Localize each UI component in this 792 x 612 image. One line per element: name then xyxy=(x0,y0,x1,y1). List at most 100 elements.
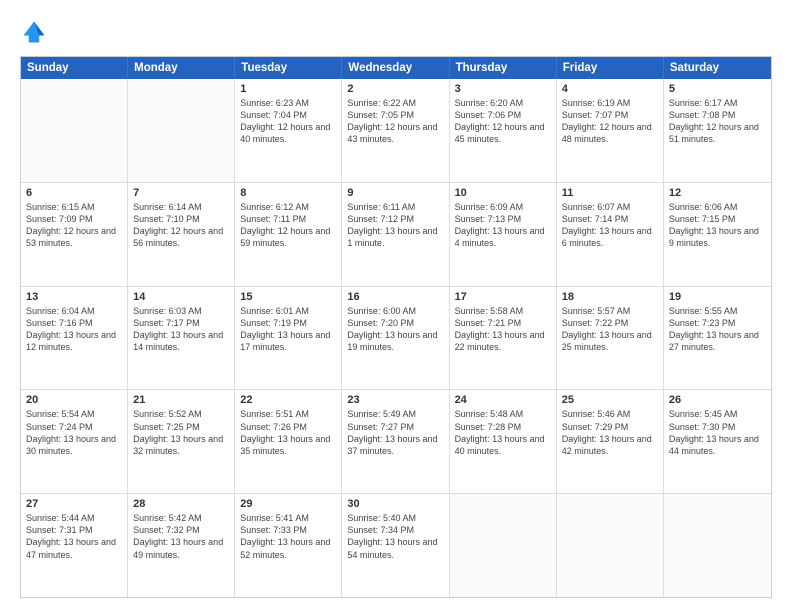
calendar-cell: 19 Sunrise: 5:55 AM Sunset: 7:23 PM Dayli… xyxy=(664,287,771,390)
header-day-monday: Monday xyxy=(128,57,235,79)
day-info: Sunrise: 5:52 AM Sunset: 7:25 PM Dayligh… xyxy=(133,408,229,457)
day-number: 9 xyxy=(347,187,443,199)
calendar-cell: 13 Sunrise: 6:04 AM Sunset: 7:16 PM Dayli… xyxy=(21,287,128,390)
day-number: 29 xyxy=(240,498,336,510)
day-number: 15 xyxy=(240,291,336,303)
header-day-sunday: Sunday xyxy=(21,57,128,79)
day-info: Sunrise: 5:48 AM Sunset: 7:28 PM Dayligh… xyxy=(455,408,551,457)
calendar-row-3: 13 Sunrise: 6:04 AM Sunset: 7:16 PM Dayli… xyxy=(21,286,771,390)
calendar-cell: 5 Sunrise: 6:17 AM Sunset: 7:08 PM Daylig… xyxy=(664,79,771,182)
header xyxy=(20,18,772,46)
calendar-cell: 17 Sunrise: 5:58 AM Sunset: 7:21 PM Dayli… xyxy=(450,287,557,390)
day-number: 3 xyxy=(455,83,551,95)
day-number: 17 xyxy=(455,291,551,303)
day-info: Sunrise: 6:20 AM Sunset: 7:06 PM Dayligh… xyxy=(455,97,551,146)
day-number: 24 xyxy=(455,394,551,406)
calendar-cell: 16 Sunrise: 6:00 AM Sunset: 7:20 PM Dayli… xyxy=(342,287,449,390)
calendar-cell: 3 Sunrise: 6:20 AM Sunset: 7:06 PM Daylig… xyxy=(450,79,557,182)
day-info: Sunrise: 6:23 AM Sunset: 7:04 PM Dayligh… xyxy=(240,97,336,146)
calendar-cell: 11Sunrise: 6:07 AM Sunset: 7:14 PM Dayli… xyxy=(557,183,664,286)
calendar-cell xyxy=(21,79,128,182)
calendar-row-1: 1 Sunrise: 6:23 AM Sunset: 7:04 PM Daylig… xyxy=(21,79,771,182)
day-number: 19 xyxy=(669,291,766,303)
calendar-cell xyxy=(664,494,771,597)
day-info: Sunrise: 5:55 AM Sunset: 7:23 PM Dayligh… xyxy=(669,305,766,354)
calendar-cell: 14 Sunrise: 6:03 AM Sunset: 7:17 PM Dayli… xyxy=(128,287,235,390)
calendar-row-5: 27 Sunrise: 5:44 AM Sunset: 7:31 PM Dayli… xyxy=(21,493,771,597)
calendar-cell: 21 Sunrise: 5:52 AM Sunset: 7:25 PM Dayli… xyxy=(128,390,235,493)
day-info: Sunrise: 5:44 AM Sunset: 7:31 PM Dayligh… xyxy=(26,512,122,561)
calendar-cell: 25Sunrise: 5:46 AM Sunset: 7:29 PM Dayli… xyxy=(557,390,664,493)
day-info: Sunrise: 6:12 AM Sunset: 7:11 PM Dayligh… xyxy=(240,201,336,250)
day-number: 16 xyxy=(347,291,443,303)
calendar-cell: 4 Sunrise: 6:19 AM Sunset: 7:07 PM Daylig… xyxy=(557,79,664,182)
calendar-cell: 10 Sunrise: 6:09 AM Sunset: 7:13 PM Dayli… xyxy=(450,183,557,286)
calendar-cell: 23 Sunrise: 5:49 AM Sunset: 7:27 PM Dayli… xyxy=(342,390,449,493)
calendar-cell: 2 Sunrise: 6:22 AM Sunset: 7:05 PM Daylig… xyxy=(342,79,449,182)
day-info: Sunrise: 6:06 AM Sunset: 7:15 PM Dayligh… xyxy=(669,201,766,250)
day-number: 22 xyxy=(240,394,336,406)
calendar-cell: 8 Sunrise: 6:12 AM Sunset: 7:11 PM Daylig… xyxy=(235,183,342,286)
header-day-wednesday: Wednesday xyxy=(342,57,449,79)
day-number: 21 xyxy=(133,394,229,406)
calendar-row-2: 6 Sunrise: 6:15 AM Sunset: 7:09 PM Daylig… xyxy=(21,182,771,286)
day-number: 12 xyxy=(669,187,766,199)
day-number: 25 xyxy=(562,394,658,406)
day-info: Sunrise: 5:57 AM Sunset: 7:22 PM Dayligh… xyxy=(562,305,658,354)
calendar-cell: 24 Sunrise: 5:48 AM Sunset: 7:28 PM Dayli… xyxy=(450,390,557,493)
day-info: Sunrise: 5:49 AM Sunset: 7:27 PM Dayligh… xyxy=(347,408,443,457)
day-number: 23 xyxy=(347,394,443,406)
day-info: Sunrise: 5:40 AM Sunset: 7:34 PM Dayligh… xyxy=(347,512,443,561)
day-info: Sunrise: 6:17 AM Sunset: 7:08 PM Dayligh… xyxy=(669,97,766,146)
header-day-tuesday: Tuesday xyxy=(235,57,342,79)
day-number: 5 xyxy=(669,83,766,95)
calendar-cell: 26 Sunrise: 5:45 AM Sunset: 7:30 PM Dayli… xyxy=(664,390,771,493)
day-info: Sunrise: 6:03 AM Sunset: 7:17 PM Dayligh… xyxy=(133,305,229,354)
day-info: Sunrise: 5:54 AM Sunset: 7:24 PM Dayligh… xyxy=(26,408,122,457)
day-info: Sunrise: 6:09 AM Sunset: 7:13 PM Dayligh… xyxy=(455,201,551,250)
header-day-saturday: Saturday xyxy=(664,57,771,79)
calendar-cell: 7 Sunrise: 6:14 AM Sunset: 7:10 PM Daylig… xyxy=(128,183,235,286)
calendar-body: 1 Sunrise: 6:23 AM Sunset: 7:04 PM Daylig… xyxy=(21,79,771,597)
day-info: Sunrise: 6:22 AM Sunset: 7:05 PM Dayligh… xyxy=(347,97,443,146)
day-number: 6 xyxy=(26,187,122,199)
day-info: Sunrise: 6:07 AM Sunset: 7:14 PM Dayligh… xyxy=(562,201,658,250)
day-number: 7 xyxy=(133,187,229,199)
calendar-cell: 29 Sunrise: 5:41 AM Sunset: 7:33 PM Dayli… xyxy=(235,494,342,597)
day-info: Sunrise: 6:00 AM Sunset: 7:20 PM Dayligh… xyxy=(347,305,443,354)
day-number: 30 xyxy=(347,498,443,510)
day-info: Sunrise: 6:19 AM Sunset: 7:07 PM Dayligh… xyxy=(562,97,658,146)
calendar-cell: 9 Sunrise: 6:11 AM Sunset: 7:12 PM Daylig… xyxy=(342,183,449,286)
day-number: 8 xyxy=(240,187,336,199)
day-number: 1 xyxy=(240,83,336,95)
header-day-friday: Friday xyxy=(557,57,664,79)
day-number: 20 xyxy=(26,394,122,406)
calendar-cell: 28Sunrise: 5:42 AM Sunset: 7:32 PM Dayli… xyxy=(128,494,235,597)
day-info: Sunrise: 6:14 AM Sunset: 7:10 PM Dayligh… xyxy=(133,201,229,250)
day-info: Sunrise: 5:45 AM Sunset: 7:30 PM Dayligh… xyxy=(669,408,766,457)
calendar-cell: 15 Sunrise: 6:01 AM Sunset: 7:19 PM Dayli… xyxy=(235,287,342,390)
day-info: Sunrise: 5:42 AM Sunset: 7:32 PM Dayligh… xyxy=(133,512,229,561)
day-number: 13 xyxy=(26,291,122,303)
day-info: Sunrise: 5:58 AM Sunset: 7:21 PM Dayligh… xyxy=(455,305,551,354)
day-info: Sunrise: 6:04 AM Sunset: 7:16 PM Dayligh… xyxy=(26,305,122,354)
calendar-cell xyxy=(128,79,235,182)
day-number: 2 xyxy=(347,83,443,95)
day-info: Sunrise: 6:15 AM Sunset: 7:09 PM Dayligh… xyxy=(26,201,122,250)
calendar-cell: 22Sunrise: 5:51 AM Sunset: 7:26 PM Dayli… xyxy=(235,390,342,493)
day-number: 4 xyxy=(562,83,658,95)
calendar: SundayMondayTuesdayWednesdayThursdayFrid… xyxy=(20,56,772,598)
calendar-row-4: 20 Sunrise: 5:54 AM Sunset: 7:24 PM Dayli… xyxy=(21,389,771,493)
day-number: 27 xyxy=(26,498,122,510)
calendar-cell xyxy=(557,494,664,597)
calendar-cell: 20 Sunrise: 5:54 AM Sunset: 7:24 PM Dayli… xyxy=(21,390,128,493)
day-number: 14 xyxy=(133,291,229,303)
header-day-thursday: Thursday xyxy=(450,57,557,79)
page: SundayMondayTuesdayWednesdayThursdayFrid… xyxy=(0,0,792,612)
day-number: 10 xyxy=(455,187,551,199)
day-info: Sunrise: 6:11 AM Sunset: 7:12 PM Dayligh… xyxy=(347,201,443,250)
day-number: 26 xyxy=(669,394,766,406)
day-info: Sunrise: 5:41 AM Sunset: 7:33 PM Dayligh… xyxy=(240,512,336,561)
calendar-cell xyxy=(450,494,557,597)
day-info: Sunrise: 6:01 AM Sunset: 7:19 PM Dayligh… xyxy=(240,305,336,354)
